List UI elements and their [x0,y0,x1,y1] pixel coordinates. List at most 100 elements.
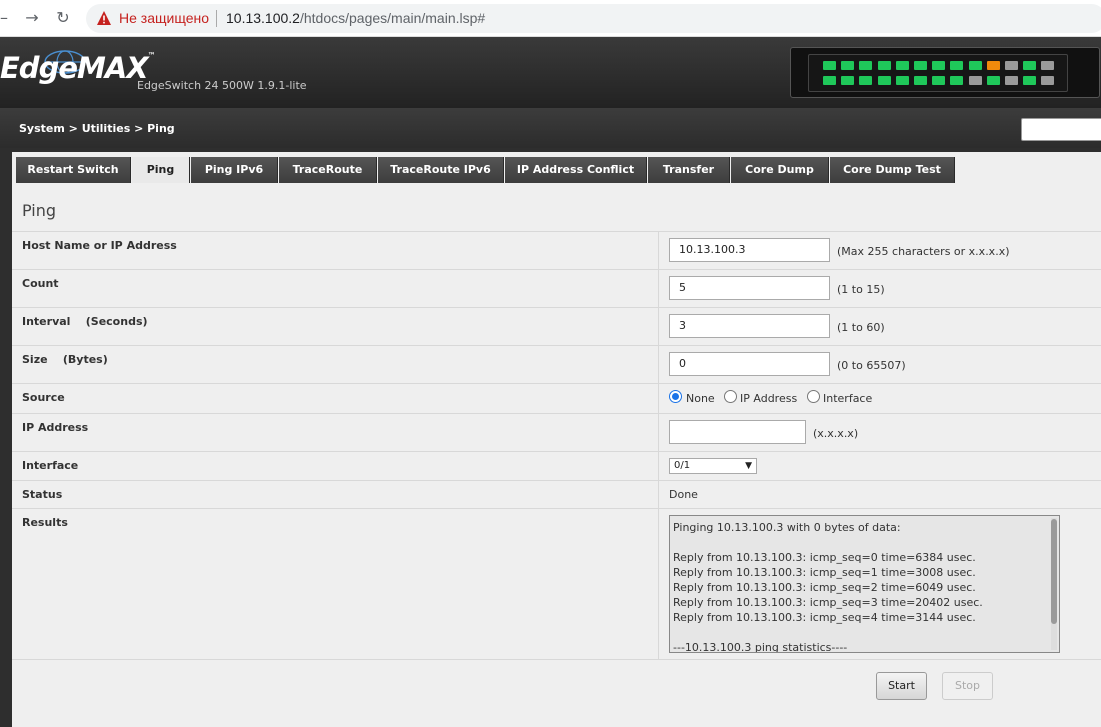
tab-ping-ipv6[interactable]: Ping IPv6 [191,157,278,183]
size-label: Size (Bytes) [22,353,108,366]
start-button[interactable]: Start [876,672,927,700]
source-none-label: None [686,392,715,405]
breadcrumb-bar: System > Utilities > Ping [0,108,1101,148]
interval-input[interactable]: 3 [669,314,830,338]
host-label: Host Name or IP Address [22,239,177,252]
url-host: 10.13.100.2 [226,10,300,26]
app-header: EdgeMAX™ EdgeSwitch 24 500W 1.9.1-lite [0,37,1101,108]
tab-ping[interactable]: Ping [132,157,190,183]
port-indicator[interactable] [823,61,836,70]
ip-address-input[interactable] [669,420,806,444]
port-indicator[interactable] [895,76,909,85]
source-interface-label: Interface [823,392,873,405]
interface-select[interactable]: 0/1 ▼ [669,458,757,474]
interface-value: 0/1 [674,460,691,471]
port-indicator[interactable] [1005,76,1018,85]
row-divider [12,508,1101,509]
address-separator [216,10,217,27]
port-indicator[interactable] [1041,76,1055,85]
source-ip-address-label: IP Address [740,392,798,405]
url-text: 10.13.100.2/htdocs/pages/main/main.lsp# [226,10,485,26]
results-textarea[interactable]: Pinging 10.13.100.3 with 0 bytes of data… [669,515,1060,653]
source-label: Source [22,391,65,404]
host-input[interactable]: 10.13.100.3 [669,238,830,262]
logo-trademark: ™ [147,51,156,60]
row-divider [12,345,1101,346]
port-indicator[interactable] [914,76,927,85]
results-text: Pinging 10.13.100.3 with 0 bytes of data… [673,521,983,653]
stop-button[interactable]: Stop [942,672,993,700]
warning-icon [97,11,111,25]
port-indicator[interactable] [1041,61,1055,70]
tab-transfer[interactable]: Transfer [648,157,730,183]
search-input[interactable] [1021,118,1101,141]
port-indicator[interactable] [914,61,927,70]
interface-label: Interface [22,459,79,472]
interval-hint: (1 to 60) [837,321,885,334]
port-indicator[interactable] [950,61,964,70]
size-hint: (0 to 65507) [837,359,906,372]
url-path: /htdocs/pages/main/main.lsp# [299,10,486,26]
tab-core-dump[interactable]: Core Dump [731,157,829,183]
row-divider [12,451,1101,452]
source-interface-radio[interactable] [807,390,820,403]
row-divider [12,413,1101,414]
port-indicator[interactable] [859,61,873,70]
row-divider [12,480,1101,481]
tab-ip-address-conflict[interactable]: IP Address Conflict [505,157,647,183]
port-indicator[interactable] [877,76,891,85]
port-indicator[interactable] [986,76,1000,85]
port-indicator[interactable] [950,76,964,85]
not-secure-label: Не защищено [119,10,209,26]
port-indicator[interactable] [823,76,836,85]
row-divider [12,269,1101,270]
port-indicator[interactable] [932,76,946,85]
column-divider [658,232,659,659]
row-divider [12,231,1101,232]
source-none-radio[interactable] [669,390,682,403]
port-indicator[interactable] [1005,61,1018,70]
tab-traceroute[interactable]: TraceRoute [279,157,377,183]
scrollbar-thumb[interactable] [1051,519,1057,624]
row-divider [12,383,1101,384]
results-label: Results [22,516,68,529]
port-indicator[interactable] [968,76,982,85]
back-arrow-icon[interactable]: – [0,8,14,28]
reload-icon[interactable]: ↻ [53,8,73,28]
port-indicator[interactable] [968,61,982,70]
count-hint: (1 to 15) [837,283,885,296]
status-label: Status [22,488,63,501]
tab-traceroute-ipv6[interactable]: TraceRoute IPv6 [378,157,504,183]
status-value: Done [669,488,698,501]
port-indicator[interactable] [1023,76,1037,85]
size-input[interactable]: 0 [669,352,830,376]
count-label: Count [22,277,59,290]
port-indicator[interactable] [841,76,855,85]
breadcrumb: System > Utilities > Ping [19,122,175,135]
count-input[interactable]: 5 [669,276,830,300]
panel-title: Ping [22,201,57,220]
port-indicator[interactable] [841,61,855,70]
forward-arrow-icon[interactable]: → [22,8,42,28]
port-indicator[interactable] [895,61,909,70]
port-grid [808,54,1068,92]
tab-core-dump-test[interactable]: Core Dump Test [830,157,955,183]
source-ip-address-radio[interactable] [724,390,737,403]
edgemax-logo: EdgeMAX™ [0,51,156,85]
port-indicator[interactable] [932,61,946,70]
port-status-panel [790,47,1100,98]
ip-address-label: IP Address [22,421,89,434]
port-indicator[interactable] [986,61,1000,70]
port-indicator[interactable] [877,61,891,70]
chevron-down-icon: ▼ [745,461,752,471]
port-indicator[interactable] [1023,61,1037,70]
row-divider [12,659,1101,660]
row-divider [12,307,1101,308]
port-indicator[interactable] [859,76,873,85]
browser-toolbar: – → ↻ Не защищено 10.13.100.2/htdocs/pag… [0,0,1101,37]
address-bar[interactable]: Не защищено 10.13.100.2/htdocs/pages/mai… [86,4,1101,33]
device-model: EdgeSwitch 24 500W 1.9.1-lite [137,79,307,92]
ip-address-hint: (x.x.x.x) [813,427,859,440]
host-hint: (Max 255 characters or x.x.x.x) [837,245,1010,258]
tab-restart-switch[interactable]: Restart Switch [16,157,131,183]
